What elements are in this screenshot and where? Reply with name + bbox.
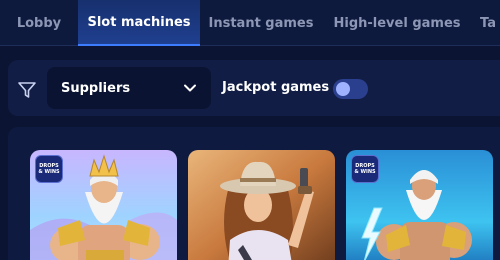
- filter-icon[interactable]: [17, 80, 37, 100]
- jackpot-games-label: Jackpot games: [222, 80, 330, 95]
- game-card-cowgirl[interactable]: [188, 150, 335, 260]
- game-card-zeus-lightning[interactable]: DROPS & WINS: [346, 150, 493, 260]
- toggle-knob: [336, 82, 350, 96]
- cowgirl-artwork: [188, 150, 335, 260]
- chevron-down-icon: [184, 84, 196, 92]
- tab-slot-machines[interactable]: Slot machines: [78, 0, 200, 46]
- tab-lobby[interactable]: Lobby: [0, 0, 78, 46]
- suppliers-select[interactable]: Suppliers: [47, 67, 211, 109]
- tab-partial[interactable]: Ta: [472, 0, 500, 46]
- suppliers-label: Suppliers: [61, 80, 131, 96]
- category-tabs: Lobby Slot machines Instant games High-l…: [0, 0, 500, 46]
- drops-wins-badge: DROPS & WINS: [35, 155, 63, 183]
- jackpot-toggle[interactable]: [333, 79, 368, 99]
- tab-instant-games[interactable]: Instant games: [200, 0, 322, 46]
- game-card-zeus[interactable]: DROPS & WINS: [30, 150, 177, 260]
- drops-wins-badge: DROPS & WINS: [351, 155, 379, 183]
- tab-high-level-games[interactable]: High-level games: [322, 0, 472, 46]
